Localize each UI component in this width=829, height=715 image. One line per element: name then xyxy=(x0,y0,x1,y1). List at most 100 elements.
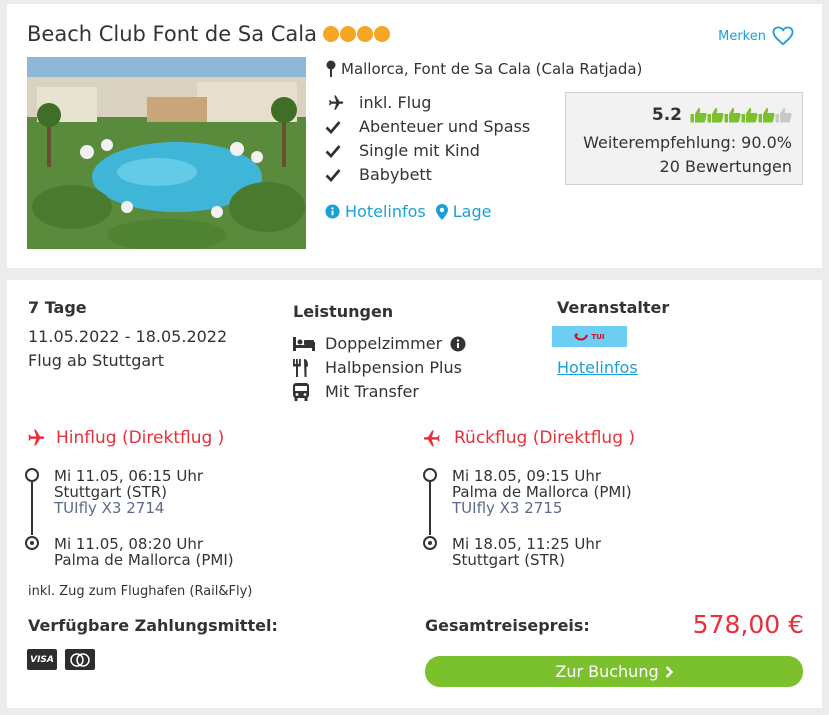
service-item: Doppelzimmer xyxy=(293,334,466,353)
map-pin-icon xyxy=(326,60,336,77)
plane-icon xyxy=(28,429,45,446)
arr-airport: Stuttgart (STR) xyxy=(452,551,566,569)
hotel-title-row: Beach Club Font de Sa Cala xyxy=(27,22,390,46)
visa-icon: VISA xyxy=(27,649,57,670)
service-item: Mit Transfer xyxy=(293,382,419,401)
thumbs-up-icon xyxy=(707,108,724,123)
service-label: Mit Transfer xyxy=(325,382,419,401)
feature-label: Abenteuer und Spass xyxy=(359,117,531,136)
heart-icon xyxy=(772,26,794,46)
dep-airport: Palma de Mallorca (PMI) xyxy=(452,483,632,501)
total-price: 578,00 € xyxy=(692,610,804,639)
veranstalter-heading: Veranstalter xyxy=(557,298,670,317)
star-icon xyxy=(373,26,390,42)
rating-score: 5.2 xyxy=(651,105,682,125)
location-icon xyxy=(435,203,448,220)
hotel-photo[interactable] xyxy=(27,57,306,249)
payment-heading: Verfügbare Zahlungsmittel: xyxy=(28,616,278,635)
hotel-name[interactable]: Beach Club Font de Sa Cala xyxy=(27,22,317,46)
rail-fly-note: inkl. Zug zum Flughafen (Rail&Fly) xyxy=(28,584,253,599)
hotel-photo-image xyxy=(27,57,306,249)
check-icon xyxy=(325,144,353,158)
booking-button-label: Zur Buchung xyxy=(555,662,659,681)
payment-methods: VISA xyxy=(27,649,95,670)
rating-box: 5.2 Weiterempfehlung: 90.0% 20 Bewertung… xyxy=(565,92,803,185)
flight-number: TUIfly X3 2714 xyxy=(54,499,165,517)
location-text: Mallorca, Font de Sa Cala (Cala Ratjada) xyxy=(341,60,643,78)
trip-departure: Flug ab Stuttgart xyxy=(28,351,165,370)
hotel-location: Mallorca, Font de Sa Cala (Cala Ratjada) xyxy=(325,60,642,78)
return-departure: Mi 18.05, 09:15 Uhr Palma de Mallorca (P… xyxy=(452,468,632,516)
star-icon xyxy=(322,26,339,42)
merken-label: Merken xyxy=(718,28,766,44)
feature-item: inkl. Flug xyxy=(325,93,431,112)
arr-time: Mi 11.05, 08:20 Uhr xyxy=(54,535,204,553)
rating-recommendation: Weiterempfehlung: 90.0% xyxy=(583,133,792,152)
merken-button[interactable]: Merken xyxy=(718,26,794,46)
return-arrival: Mi 18.05, 11:25 Uhr Stuttgart (STR) xyxy=(452,536,601,568)
trip-dates: 11.05.2022 - 18.05.2022 xyxy=(28,327,228,346)
timeline-end-dot xyxy=(423,536,437,550)
rating-thumbs xyxy=(690,107,792,123)
thumbs-up-icon xyxy=(741,108,758,123)
info-icon[interactable] xyxy=(450,336,466,352)
plane-icon xyxy=(423,430,440,447)
return-heading: Rückflug (Direktflug ) xyxy=(422,428,635,448)
mastercard-icon xyxy=(65,649,95,670)
lage-link[interactable]: Lage xyxy=(435,202,491,221)
service-item: Halbpension Plus xyxy=(293,358,462,377)
info-icon xyxy=(325,204,340,219)
dep-airport: Stuttgart (STR) xyxy=(54,483,168,501)
tui-logo-text: TUI xyxy=(591,332,605,341)
feature-label: inkl. Flug xyxy=(359,93,432,112)
veranstalter-hotelinfos-link[interactable]: Hotelinfos xyxy=(557,358,638,377)
dep-time: Mi 11.05, 06:15 Uhr xyxy=(54,467,204,485)
outbound-departure: Mi 11.05, 06:15 Uhr Stuttgart (STR) TUIf… xyxy=(54,468,203,516)
feature-label: Babybett xyxy=(359,165,432,184)
timeline-line xyxy=(429,482,431,535)
timeline-line xyxy=(31,482,33,535)
rating-reviews[interactable]: 20 Bewertungen xyxy=(660,157,792,176)
thumbs-up-icon xyxy=(758,108,775,123)
check-icon xyxy=(325,120,353,134)
timeline-start-dot xyxy=(423,468,437,482)
leistungen-heading: Leistungen xyxy=(293,302,394,321)
hotel-stars xyxy=(322,26,390,42)
return-title: Rückflug (Direktflug ) xyxy=(454,428,636,448)
feature-label: Single mit Kind xyxy=(359,141,480,160)
arr-airport: Palma de Mallorca (PMI) xyxy=(54,551,234,569)
tui-logo: TUI xyxy=(552,326,627,347)
service-label: Halbpension Plus xyxy=(325,358,462,377)
plane-icon xyxy=(325,94,353,112)
outbound-arrival: Mi 11.05, 08:20 Uhr Palma de Mallorca (P… xyxy=(54,536,234,568)
thumbs-up-icon xyxy=(690,108,707,123)
total-label: Gesamtreisepreis: xyxy=(425,616,590,635)
feature-item: Abenteuer und Spass xyxy=(325,117,530,136)
hotelinfos-link[interactable]: Hotelinfos xyxy=(325,202,426,221)
offer-card: 7 Tage 11.05.2022 - 18.05.2022 Flug ab S… xyxy=(7,280,822,708)
timeline-end-dot xyxy=(25,536,39,550)
dep-time: Mi 18.05, 09:15 Uhr xyxy=(452,467,602,485)
cutlery-icon xyxy=(293,358,325,377)
hotel-card: Beach Club Font de Sa Cala Merken Mallor… xyxy=(7,4,822,268)
star-icon xyxy=(339,26,356,42)
flight-number: TUIfly X3 2715 xyxy=(452,499,563,517)
feature-item: Babybett xyxy=(325,165,432,184)
rating-score-row: 5.2 xyxy=(652,105,792,125)
thumbs-up-icon xyxy=(724,108,741,123)
trip-duration: 7 Tage xyxy=(28,298,87,317)
bus-icon xyxy=(293,382,325,401)
outbound-heading: Hinflug (Direktflug ) xyxy=(24,428,224,448)
check-icon xyxy=(325,168,353,182)
outbound-title: Hinflug (Direktflug ) xyxy=(56,428,225,448)
star-icon xyxy=(356,26,373,42)
booking-button[interactable]: Zur Buchung xyxy=(425,656,803,687)
service-label: Doppelzimmer xyxy=(325,334,443,353)
hotel-links: Hotelinfos Lage xyxy=(325,202,491,221)
chevron-right-icon xyxy=(665,665,673,678)
timeline-start-dot xyxy=(25,468,39,482)
arr-time: Mi 18.05, 11:25 Uhr xyxy=(452,535,602,553)
bed-icon xyxy=(293,336,325,351)
feature-item: Single mit Kind xyxy=(325,141,480,160)
thumbs-up-icon xyxy=(775,108,792,123)
